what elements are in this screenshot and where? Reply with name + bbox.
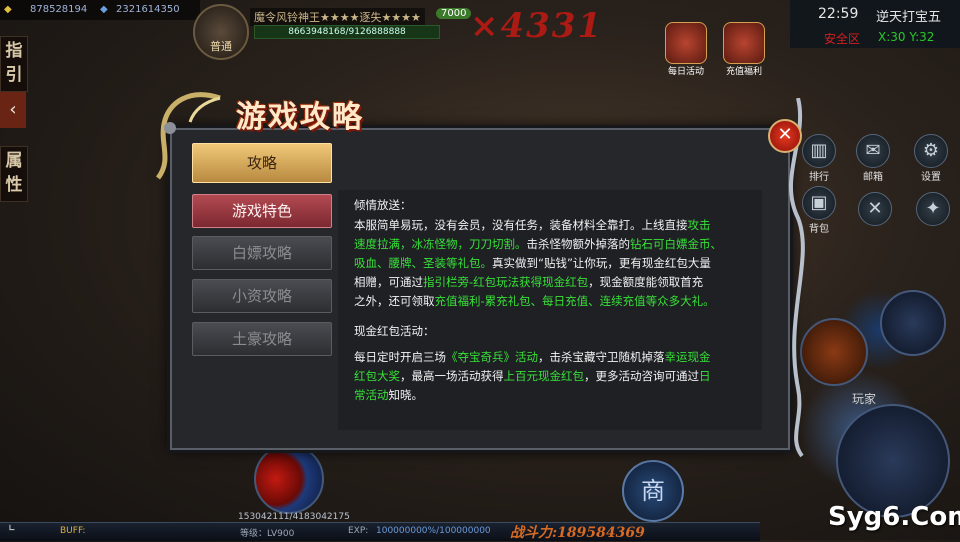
menu-game-features[interactable]: 游戏特色 bbox=[192, 194, 332, 228]
expand-corner-icon[interactable]: ⌞ bbox=[8, 514, 16, 533]
gold-amount: 878528194 bbox=[30, 4, 88, 15]
more-button[interactable]: ✦ bbox=[916, 192, 950, 242]
skill-toggle-button[interactable]: ✕ bbox=[858, 192, 892, 242]
skill-button-1[interactable] bbox=[880, 290, 946, 356]
hp-bar: 8663948168/9126888888 bbox=[254, 25, 440, 39]
combat-power: 战斗力:189584369 bbox=[510, 525, 645, 541]
section1-line: 本服简单易玩，没有会员，没有任务，装备材料全靠打。上线直接攻击 bbox=[354, 218, 711, 232]
section2-line: 红包大奖，最高一场活动获得上百元现金红包，更多活动咨询可通过日 bbox=[354, 369, 711, 383]
player-level-badge: 7000 bbox=[436, 8, 472, 19]
settings-label: 设置 bbox=[921, 172, 941, 183]
gift-icon bbox=[665, 22, 707, 64]
menu-whale-guide[interactable]: 土豪攻略 bbox=[192, 322, 332, 356]
level-label: 等级：LV900 bbox=[240, 529, 295, 539]
exp-value: 100000000%/100000000 bbox=[376, 526, 491, 536]
damage-number: ×4331 bbox=[470, 6, 604, 46]
crossed-swords-icon: ✕ bbox=[858, 192, 892, 226]
map-info-panel: 22:59 逆天打宝五 安全区 X:30 Y:32 bbox=[790, 0, 960, 48]
tab-strategy[interactable]: 攻略 bbox=[192, 143, 332, 183]
clock-time: 22:59 bbox=[818, 6, 859, 22]
mail-button[interactable]: ✉ 邮箱 bbox=[856, 134, 890, 184]
status-bar: BUFF: 等级：LV900 EXP: 100000000%/100000000 bbox=[0, 522, 760, 541]
recharge-benefit-label: 充值福利 bbox=[725, 67, 762, 77]
star-icon: ✦ bbox=[916, 192, 950, 226]
player-name: 魔令风铃神王★★★★逐失★★★★ bbox=[250, 8, 425, 26]
currency-bar: ◆ 878528194 ◆ 2321614350 bbox=[0, 0, 200, 20]
section2-heading: 现金红包活动： bbox=[354, 324, 435, 338]
section1-line: 相赠，可通过指引栏旁-红包玩法获得现金红包，现金额度能领取首充 bbox=[354, 275, 704, 289]
daily-activity-label: 每日活动 bbox=[667, 67, 704, 77]
ingot-icon: ◆ bbox=[100, 4, 108, 15]
settings-button[interactable]: ⚙ 设置 bbox=[914, 134, 948, 184]
avatar-mode-label: 普通 bbox=[210, 40, 232, 53]
collapse-arrow-icon[interactable]: ‹ bbox=[0, 92, 26, 128]
menu-budget-guide[interactable]: 小资攻略 bbox=[192, 279, 332, 313]
daily-activity-button[interactable]: 每日活动 bbox=[662, 22, 710, 80]
ingot-amount: 2321614350 bbox=[116, 4, 180, 15]
section1-heading: 倾情放送： bbox=[354, 198, 412, 212]
treasure-chest-icon bbox=[723, 22, 765, 64]
mail-label: 邮箱 bbox=[863, 172, 883, 183]
attack-button[interactable] bbox=[836, 404, 950, 518]
player-title: 魔令 bbox=[254, 11, 276, 24]
player-avatar[interactable]: 普通 bbox=[193, 4, 249, 60]
close-icon[interactable]: ✕ bbox=[768, 119, 802, 153]
section2-line: 常活动知晓。 bbox=[354, 388, 423, 402]
gold-icon: ◆ bbox=[4, 4, 12, 15]
player-label: 玩家 bbox=[852, 392, 877, 406]
side-tab-attributes[interactable]: 属性 bbox=[0, 146, 28, 202]
section2-line: 每日定时开启三场《夺宝奇兵》活动，击杀宝藏守卫随机掉落幸运现金 bbox=[354, 350, 711, 364]
menu-free-guide[interactable]: 白嫖攻略 bbox=[192, 236, 332, 270]
hp-orb bbox=[254, 444, 324, 514]
guide-content: 倾情放送： 本服简单易玩，没有会员，没有任务，装备材料全靠打。上线直接攻击 速度拉… bbox=[338, 190, 762, 430]
recharge-benefit-button[interactable]: 充值福利 bbox=[720, 22, 768, 80]
player-name-text: 风铃神王★★★★逐失★★★★ bbox=[276, 11, 421, 24]
dialog-title: 游戏攻略 bbox=[236, 100, 364, 135]
dragon-tail-ornament-icon bbox=[788, 98, 805, 458]
exp-label: EXP: bbox=[348, 526, 369, 536]
section1-line: 速度拉满，冰冻怪物，刀刀切割。击杀怪物额外掉落的钻石可白嫖金币、 bbox=[354, 237, 722, 251]
shop-button[interactable]: 商 bbox=[622, 460, 684, 522]
safe-zone-label: 安全区 bbox=[824, 32, 861, 46]
mail-icon: ✉ bbox=[856, 134, 890, 168]
coordinates: X:30 Y:32 bbox=[878, 30, 935, 44]
side-tab-guide[interactable]: 指引 bbox=[0, 36, 28, 92]
buff-label: BUFF: bbox=[60, 526, 86, 536]
section1-line: 之外，还可领取充值福利-累充礼包、每日充值、连续充值等众多大礼。 bbox=[354, 294, 715, 308]
site-watermark: Syg6.Com bbox=[828, 502, 960, 532]
hp-mini-readout: 153042111/4183042175 bbox=[238, 512, 350, 522]
section1-line: 吸血、腰牌、圣装等礼包。真实做到“贴钱”让你玩，更有现金红包大量 bbox=[354, 256, 711, 270]
map-name: 逆天打宝五 bbox=[876, 10, 942, 25]
gear-icon: ⚙ bbox=[914, 134, 948, 168]
